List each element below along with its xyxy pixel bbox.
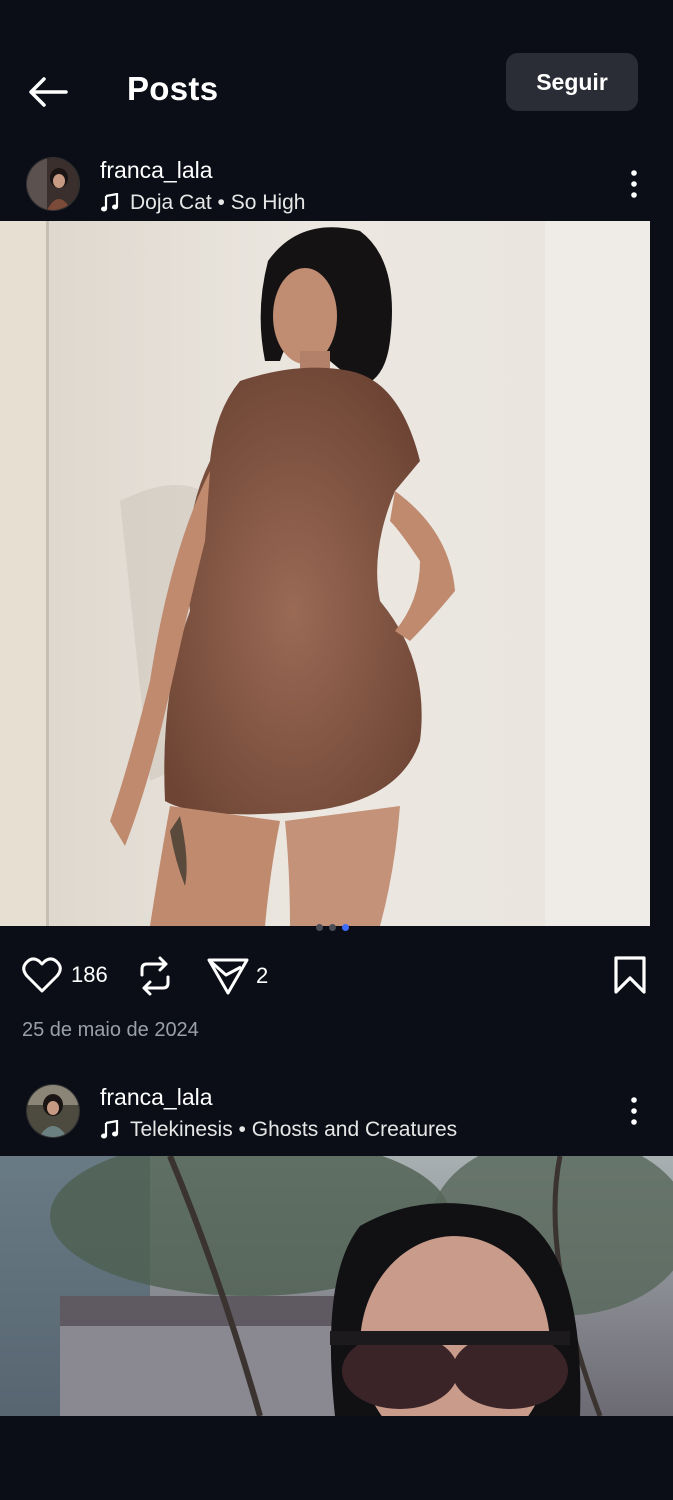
post-image[interactable]: [0, 221, 650, 926]
post-date: 25 de maio de 2024: [22, 1019, 199, 1041]
share-count: 2: [256, 963, 269, 988]
music-note-icon: [101, 193, 119, 212]
bookmark-icon: [614, 956, 646, 994]
back-arrow-icon: [29, 77, 68, 107]
follow-button[interactable]: Seguir: [506, 53, 638, 111]
carousel-dot: [329, 924, 336, 931]
send-icon: [207, 958, 249, 995]
music-info[interactable]: Doja Cat • So High: [100, 191, 305, 215]
like-button[interactable]: 186: [21, 955, 108, 995]
username[interactable]: franca_lala: [100, 157, 213, 184]
username[interactable]: franca_lala: [100, 1084, 213, 1111]
repost-button[interactable]: [136, 955, 174, 997]
more-vertical-icon: [631, 170, 637, 198]
post-image[interactable]: [0, 1156, 673, 1416]
carousel-dot: [316, 924, 323, 931]
page-title: Posts: [127, 70, 219, 107]
music-info[interactable]: Telekinesis • Ghosts and Creatures: [100, 1118, 457, 1142]
post-header: franca_lala Telekinesis • Ghosts and Cre…: [0, 1084, 673, 1148]
heart-icon: [22, 957, 62, 993]
more-vertical-icon: [631, 1097, 637, 1125]
more-options-button[interactable]: [620, 167, 648, 203]
like-count: 186: [71, 962, 108, 987]
carousel-indicator: [316, 924, 349, 931]
carousel-dot-active: [342, 924, 349, 931]
top-bar: Posts Seguir: [0, 50, 673, 130]
avatar[interactable]: [26, 157, 80, 211]
post-header: franca_lala Doja Cat • So High: [0, 157, 673, 221]
back-button[interactable]: [26, 74, 70, 110]
share-button[interactable]: 2: [206, 955, 268, 997]
post-actions: 186 2: [0, 955, 673, 1001]
bookmark-button[interactable]: [612, 955, 648, 995]
music-note-icon: [101, 1120, 119, 1139]
music-label: Doja Cat • So High: [130, 191, 306, 214]
more-options-button[interactable]: [620, 1094, 648, 1130]
music-label: Telekinesis • Ghosts and Creatures: [130, 1118, 458, 1141]
avatar[interactable]: [26, 1084, 80, 1138]
repost-icon: [140, 956, 170, 996]
